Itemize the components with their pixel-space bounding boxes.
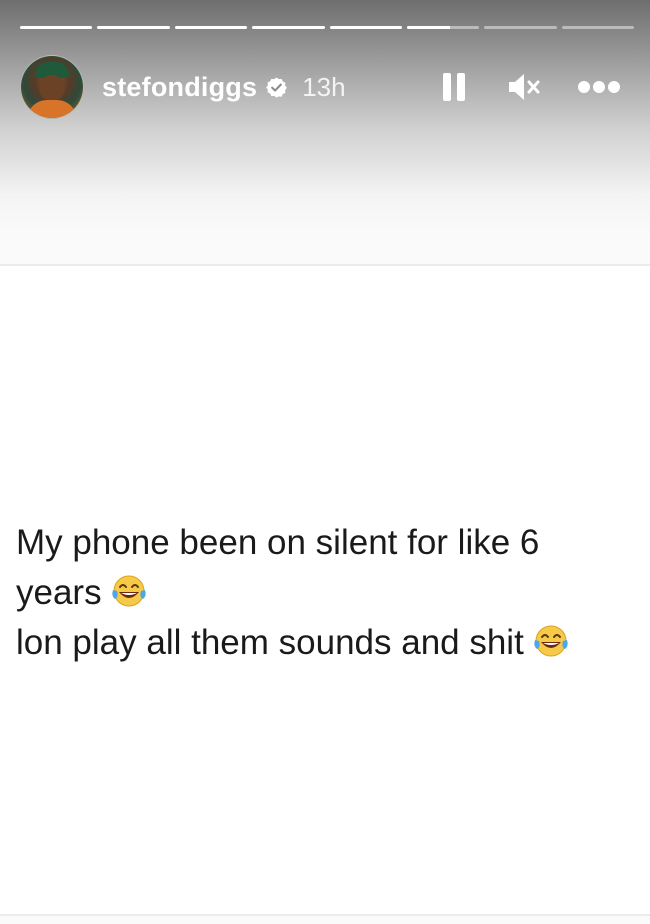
pause-icon[interactable] bbox=[434, 67, 474, 107]
story-controls bbox=[434, 55, 630, 119]
laughing-tears-emoji-icon bbox=[532, 622, 570, 657]
username[interactable]: stefondiggs bbox=[102, 72, 257, 103]
post-line-2: years bbox=[16, 568, 636, 618]
post-line-3-text: lon play all them sounds and shit bbox=[16, 623, 524, 662]
story-progress-segment bbox=[20, 26, 93, 29]
post-line-2-text: years bbox=[16, 573, 102, 612]
story-timestamp: 13h bbox=[302, 71, 346, 102]
post-card: My phone been on silent for like 6 years… bbox=[0, 264, 650, 916]
story-progress-segment bbox=[252, 26, 325, 29]
story-progress-fill bbox=[406, 26, 451, 29]
mute-icon[interactable] bbox=[504, 67, 544, 107]
more-options-icon[interactable] bbox=[574, 67, 624, 107]
post-text: My phone been on silent for like 6 years… bbox=[16, 518, 636, 668]
story-progress-fill bbox=[252, 26, 325, 29]
story-viewer: stefondiggs 13h My phone been on silent … bbox=[0, 0, 650, 924]
story-progress-fill bbox=[97, 26, 170, 29]
story-progress-bars bbox=[20, 26, 634, 29]
story-progress-segment bbox=[484, 26, 557, 29]
story-progress-fill bbox=[20, 26, 93, 29]
story-progress-segment bbox=[97, 26, 170, 29]
verified-badge-icon bbox=[265, 76, 288, 99]
post-line-3: lon play all them sounds and shit bbox=[16, 618, 636, 668]
laughing-tears-emoji-icon bbox=[110, 572, 148, 607]
story-progress-segment bbox=[561, 26, 634, 29]
story-header: stefondiggs 13h bbox=[20, 55, 630, 119]
story-progress-segment bbox=[406, 26, 480, 29]
avatar[interactable] bbox=[20, 55, 84, 119]
story-progress-segment bbox=[329, 26, 402, 29]
post-line-1: My phone been on silent for like 6 bbox=[16, 523, 540, 562]
story-progress-fill bbox=[329, 26, 402, 29]
story-progress-segment bbox=[174, 26, 248, 29]
story-progress-fill bbox=[174, 26, 248, 29]
